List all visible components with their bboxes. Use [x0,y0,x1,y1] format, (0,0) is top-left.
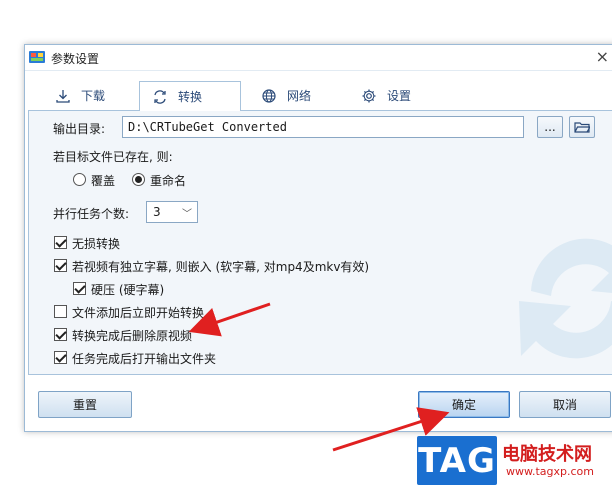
delete-source-label: 转换完成后删除原视频 [72,329,193,343]
tab-network[interactable]: 网络 [249,81,349,110]
auto-start-checkbox[interactable] [54,305,67,318]
hard-subtitle-label: 硬压 (硬字幕) [91,283,165,297]
download-icon [56,89,70,103]
tab-download-label: 下载 [81,89,106,103]
parallel-tasks-select[interactable]: 3 ﹀ [146,201,198,223]
output-dir-label: 输出目录: [53,122,106,136]
browse-button-label: ... [544,120,556,134]
reset-button[interactable]: 重置 [38,391,132,418]
overwrite-radio[interactable] [73,173,86,186]
ok-button-label: 确定 [451,398,476,412]
parallel-tasks-label: 并行任务个数: [53,207,130,221]
open-output-label: 任务完成后打开输出文件夹 [72,352,217,366]
convert-watermark-icon [519,238,612,359]
reset-button-label: 重置 [72,398,97,412]
delete-source-checkbox[interactable] [54,328,67,341]
gear-icon [362,89,376,102]
cancel-button-label: 取消 [552,398,577,412]
tab-convert[interactable]: 转换 [139,81,241,111]
parallel-tasks-value: 3 [153,205,161,219]
tab-settings[interactable]: 设置 [349,81,449,110]
site-url: www.tagxp.com [506,465,594,478]
window-title: 参数设置 [51,52,100,66]
tab-convert-label: 转换 [178,90,203,104]
hard-subtitle-checkbox[interactable] [73,282,86,295]
tag-logo-text: TAG [418,440,496,481]
settings-dialog: 参数设置 × 下载 转换 网络 设置 输出目录: D:\CRTubeGet Co… [24,44,612,432]
embed-subtitle-checkbox[interactable] [54,259,67,272]
site-name: 电脑技术网 [502,444,592,465]
ok-button[interactable]: 确定 [418,391,510,418]
output-dir-input[interactable]: D:\CRTubeGet Converted [122,116,524,138]
rename-radio[interactable] [132,173,145,186]
browse-button[interactable]: ... [537,116,563,138]
exists-label: 若目标文件已存在, 则: [53,150,173,164]
globe-icon [262,88,276,103]
tag-logo: TAG [417,436,497,485]
auto-start-label: 文件添加后立即开始转换 [72,306,205,320]
overwrite-label: 覆盖 [91,174,116,188]
open-output-checkbox[interactable] [54,351,67,364]
lossless-checkbox[interactable] [54,236,67,249]
tab-bar: 下载 转换 网络 设置 [25,81,612,111]
cancel-button[interactable]: 取消 [519,391,611,418]
title-bar: 参数设置 × [25,45,612,71]
chevron-down-icon: ﹀ [182,209,192,220]
close-button[interactable]: × [596,47,609,66]
tab-download[interactable]: 下载 [43,81,143,110]
convert-icon [154,89,166,104]
convert-panel: 输出目录: D:\CRTubeGet Converted ... 若目标文件已存… [28,110,612,375]
lossless-label: 无损转换 [72,237,121,251]
tab-settings-label: 设置 [387,89,412,103]
app-icon [29,51,45,63]
open-folder-button[interactable] [569,116,595,138]
rename-label: 重命名 [150,174,187,188]
tab-network-label: 网络 [287,89,312,103]
embed-subtitle-label: 若视频有独立字幕, 则嵌入 (软字幕, 对mp4及mkv有效) [72,260,370,274]
folder-icon [574,122,590,133]
